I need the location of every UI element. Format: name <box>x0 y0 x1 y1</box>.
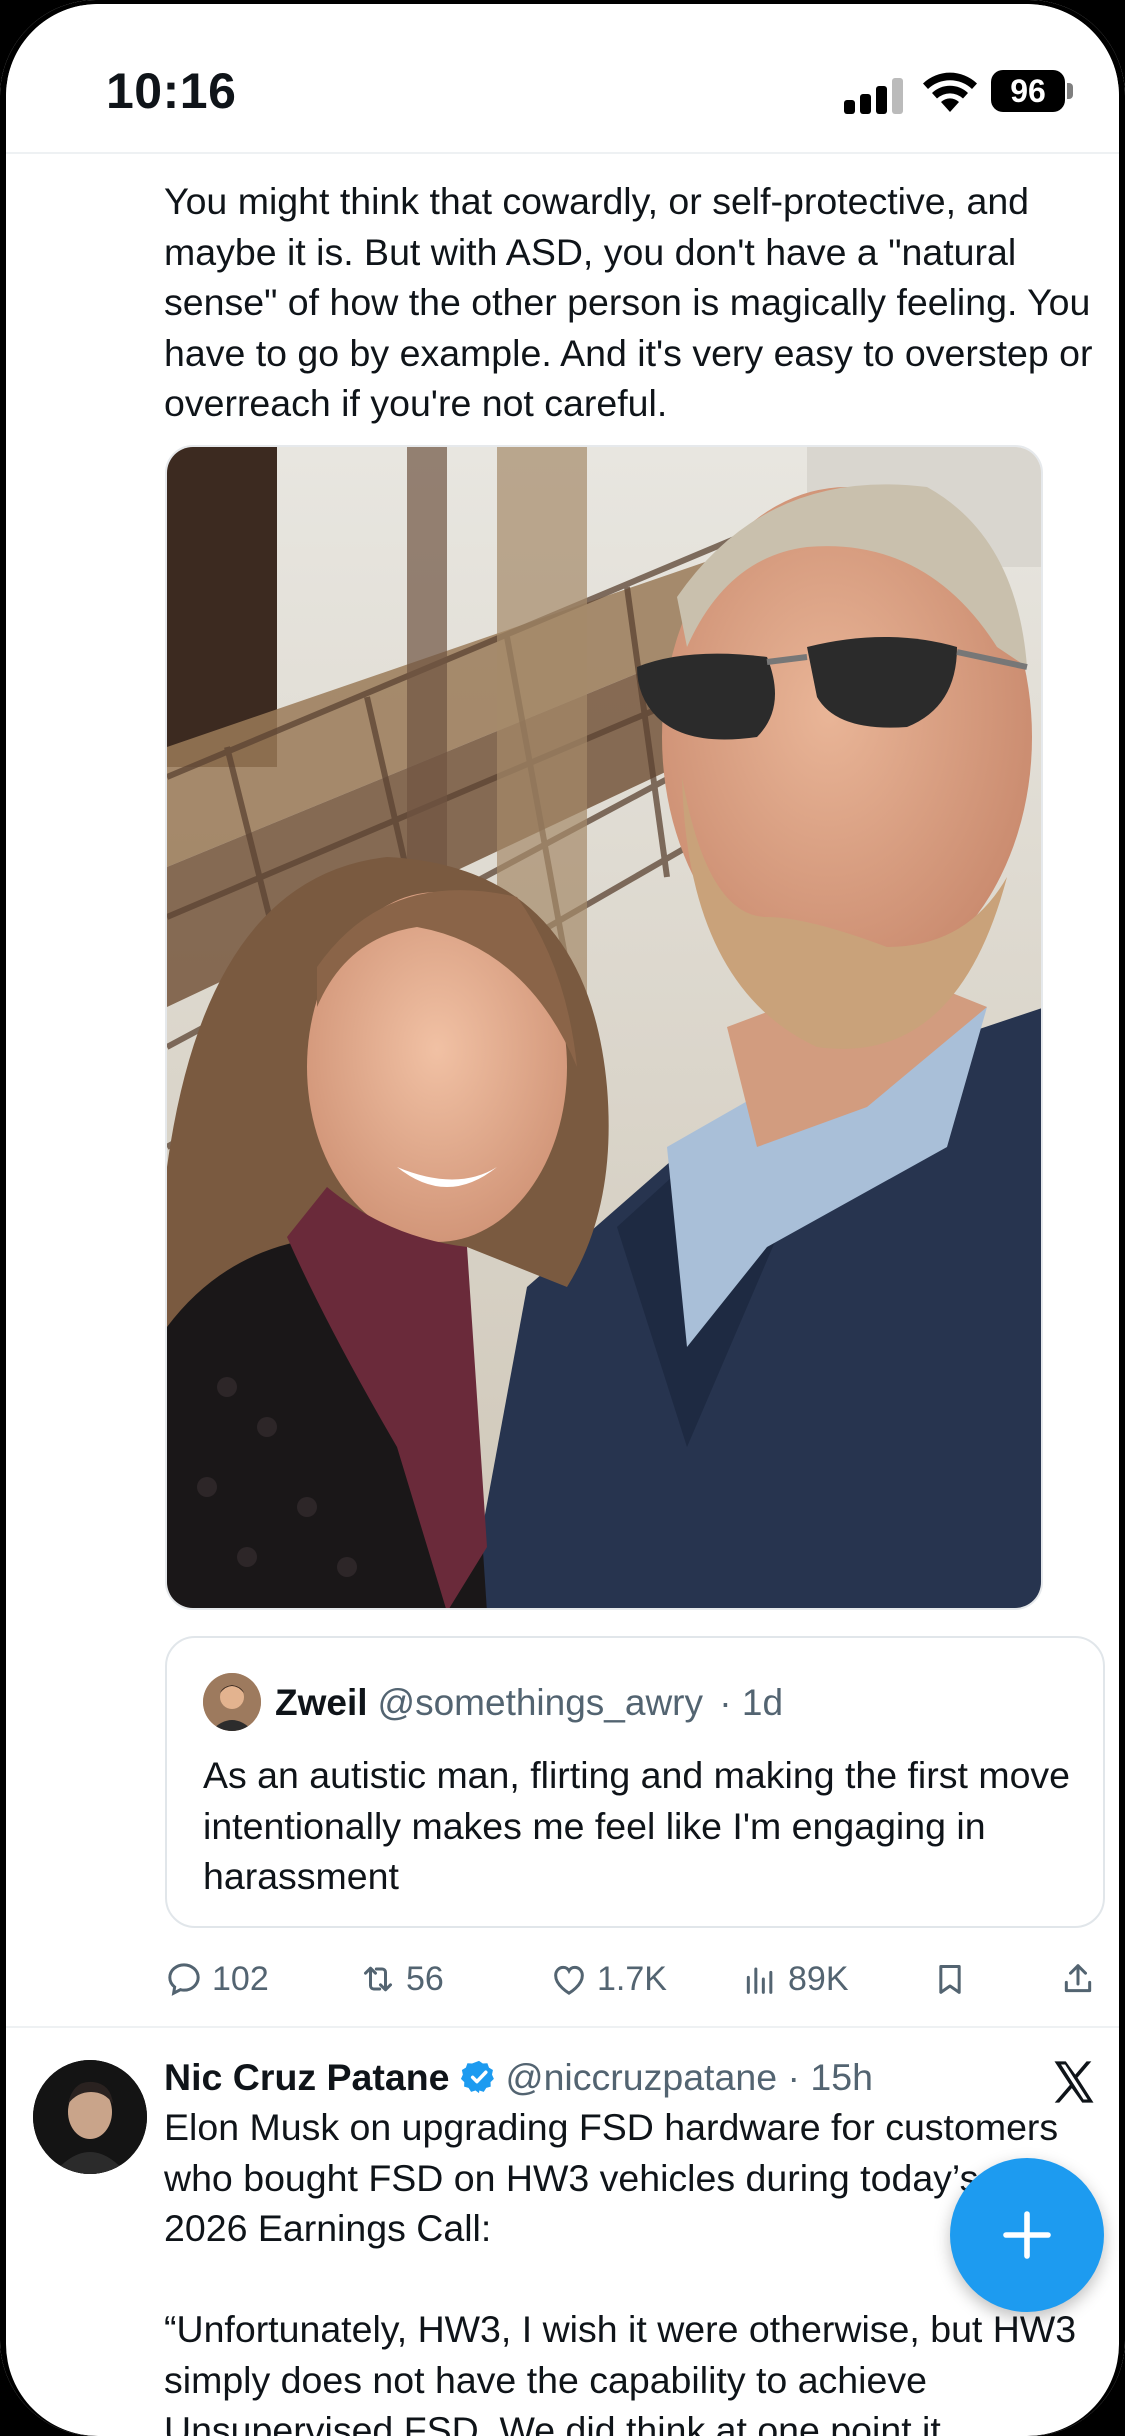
quoted-author-handle[interactable]: @somethings_awry <box>378 1682 703 1723</box>
repost-icon <box>364 1966 392 1992</box>
share-icon <box>1064 1964 1092 1993</box>
like-count: 1.7K <box>597 1959 667 1998</box>
battery-level: 96 <box>991 70 1065 112</box>
quoted-tweet[interactable]: Zweil @somethings_awry · 1d As an autisti… <box>165 1636 1105 1928</box>
quoted-time: · 1d <box>719 1682 784 1723</box>
tweet-header: Nic Cruz Patane @niccruzpatane · 15h <box>164 2052 873 2102</box>
bookmark-icon <box>939 1965 961 1994</box>
author-avatar[interactable] <box>33 2060 147 2174</box>
tweet-photo[interactable] <box>165 445 1043 1610</box>
status-time: 10:16 <box>106 63 237 119</box>
views-count: 89K <box>788 1959 849 1998</box>
phone-frame: 10:16 96 You might think that cowardly, … <box>0 0 1125 2436</box>
share-button[interactable] <box>1058 1949 1106 2009</box>
status-bar: 10:16 96 <box>6 4 1119 154</box>
author-name[interactable]: Nic Cruz Patane <box>164 2056 450 2098</box>
repost-count: 56 <box>406 1959 444 1998</box>
x-logo-icon[interactable] <box>1048 2056 1100 2108</box>
wifi-icon <box>923 72 977 112</box>
compose-button[interactable] <box>950 2158 1104 2312</box>
reply-icon <box>168 1963 200 1996</box>
verified-badge-icon <box>460 2060 494 2094</box>
cellular-signal-icon <box>844 78 906 114</box>
views-icon <box>746 1967 773 1994</box>
author-handle[interactable]: @niccruzpatane <box>506 2056 778 2098</box>
quoted-author-name[interactable]: Zweil <box>275 1682 368 1723</box>
battery-icon: 96 <box>991 70 1073 112</box>
tweet-divider <box>6 2026 1119 2028</box>
views-button[interactable]: 89K <box>740 1949 849 2009</box>
tweet-actions: 102 56 1.7K 89K <box>6 1949 1119 2009</box>
screen: 10:16 96 You might think that cowardly, … <box>6 4 1119 2436</box>
tweet-text: You might think that cowardly, or self-p… <box>164 180 1093 424</box>
quoted-avatar <box>203 1673 261 1731</box>
quoted-text: As an autistic man, flirting and making … <box>203 1754 1071 1897</box>
bookmark-button[interactable] <box>930 1949 978 2009</box>
reply-count: 102 <box>212 1959 269 1998</box>
plus-icon <box>1003 2211 1051 2259</box>
reply-button[interactable]: 102 <box>164 1949 269 2009</box>
tweet-time: · 15h <box>787 2056 873 2098</box>
selfie-photo <box>167 447 1041 1608</box>
quoted-header: Zweil @somethings_awry · 1d <box>275 1680 783 1726</box>
repost-button[interactable]: 56 <box>358 1949 444 2009</box>
like-button[interactable]: 1.7K <box>549 1949 667 2009</box>
heart-icon <box>554 1965 584 1995</box>
